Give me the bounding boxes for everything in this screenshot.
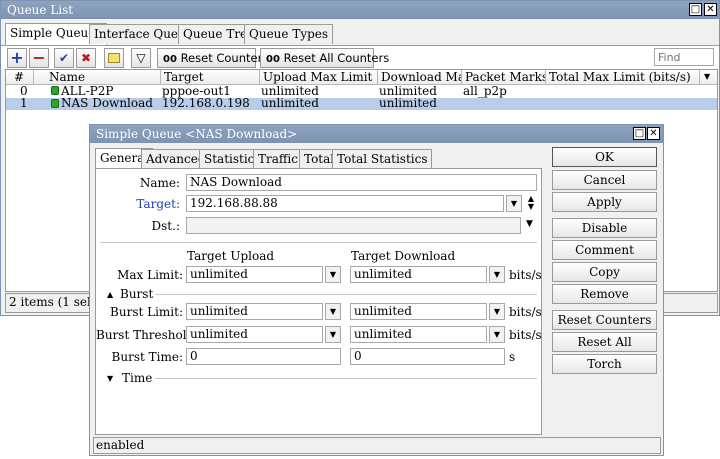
name-field[interactable]: NAS Download — [186, 174, 537, 191]
target-field[interactable]: 192.168.88.88 — [186, 195, 504, 212]
filter-icon[interactable]: ▽ — [131, 48, 151, 68]
window-title: Queue List — [7, 3, 74, 17]
counter-icon: 00 — [266, 54, 280, 65]
general-panel: Name: NAS Download Target: 192.168.88.88… — [95, 168, 542, 435]
divider — [155, 378, 537, 379]
burst-time-upload-field[interactable]: 0 — [186, 348, 341, 365]
reset-all-counters-button[interactable]: Reset All Counters — [552, 332, 657, 367]
find-input[interactable] — [654, 48, 714, 66]
cancel-button[interactable]: Cancel — [552, 170, 657, 190]
reset-all-counters-label: Reset All Counters — [283, 51, 390, 65]
comment-icon[interactable] — [104, 48, 124, 68]
comment-button[interactable]: Comment — [552, 240, 657, 260]
burst-threshold-label: Burst Threshold: — [96, 328, 199, 342]
burst-limit-download-dropdown-icon[interactable]: ▼ — [489, 303, 505, 320]
burst-limit-upload-field[interactable]: unlimited — [186, 303, 323, 320]
reset-counters-button[interactable]: Reset Counters — [552, 310, 657, 330]
burst-limit-upload-dropdown-icon[interactable]: ▼ — [325, 303, 341, 320]
burst-threshold-unit: bits/s — [509, 328, 542, 342]
tab-traffic[interactable]: Traffic — [253, 149, 303, 169]
burst-limit-label: Burst Limit: — [110, 305, 183, 319]
max-limit-label: Max Limit: — [117, 268, 183, 282]
burst-threshold-download-dropdown-icon[interactable]: ▼ — [489, 326, 505, 343]
toolbar: + − ✔ ✖ ▽ 00 Reset Counters 00 Reset All… — [1, 45, 719, 69]
status-text: enabled — [96, 438, 145, 452]
disable-button[interactable]: Disable — [552, 218, 657, 238]
dst-label: Dst.: — [151, 219, 180, 233]
max-limit-unit: bits/s — [509, 268, 542, 282]
target-dropdown-icon[interactable]: ▼ — [506, 195, 522, 212]
dst-dropdown-icon[interactable]: ▼ — [526, 219, 533, 229]
reset-counters-label: Reset Counters — [180, 51, 269, 65]
time-section-label: Time — [122, 371, 153, 385]
column-header-upload-max-limit[interactable]: Upload Max Limit — [260, 70, 378, 85]
apply-button[interactable]: Apply — [552, 192, 657, 212]
columns-dropdown-icon[interactable]: ▼ — [700, 70, 717, 85]
reset-counters-button[interactable]: 00 Reset Counters — [157, 48, 268, 68]
dialog-titlebar[interactable]: Simple Queue <NAS Download> — [90, 125, 663, 143]
column-header-number[interactable]: # — [6, 70, 34, 85]
row-upload: unlimited — [261, 96, 319, 110]
burst-section-label: Burst — [120, 287, 154, 301]
queue-icon — [51, 99, 59, 108]
burst-collapse-icon[interactable]: ▲ — [107, 290, 113, 299]
column-header-target[interactable]: Target — [161, 70, 260, 85]
max-limit-download-dropdown-icon[interactable]: ▼ — [489, 266, 505, 283]
disable-x-icon[interactable]: ✖ — [76, 48, 96, 68]
burst-threshold-upload-field[interactable]: unlimited — [186, 326, 323, 343]
divider — [155, 294, 537, 295]
enable-check-icon[interactable]: ✔ — [54, 48, 74, 68]
reset-all-counters-button[interactable]: 00 Reset All Counters — [260, 48, 389, 68]
max-limit-upload-field[interactable]: unlimited — [186, 266, 323, 283]
divider — [100, 242, 537, 243]
tab-total-statistics[interactable]: Total Statistics — [332, 149, 433, 169]
queue-icon — [51, 86, 59, 95]
close-icon[interactable]: ✕ — [647, 127, 660, 140]
burst-time-unit: s — [509, 350, 516, 364]
burst-threshold-upload-dropdown-icon[interactable]: ▼ — [325, 326, 341, 343]
remove-icon[interactable]: − — [29, 48, 49, 68]
target-upload-heading: Target Upload — [187, 249, 275, 263]
row-target: 192.168.0.198 — [162, 96, 250, 110]
close-icon[interactable]: ✕ — [704, 3, 717, 16]
max-limit-download-field[interactable]: unlimited — [350, 266, 487, 283]
row-download: unlimited — [379, 96, 437, 110]
column-header-name[interactable]: Name — [46, 70, 161, 85]
add-icon[interactable]: + — [7, 48, 27, 68]
torch-button[interactable]: Torch — [552, 354, 657, 374]
restore-icon[interactable]: □ — [633, 127, 646, 140]
copy-button[interactable]: Copy — [552, 262, 657, 282]
ok-button[interactable]: OK — [552, 147, 657, 167]
burst-threshold-download-field[interactable]: unlimited — [350, 326, 487, 343]
dialog-tabs: General Advanced Statistics Traffic Tota… — [95, 148, 545, 170]
column-header-download-max-limit[interactable]: Download Ma... — [378, 70, 462, 85]
burst-limit-unit: bits/s — [509, 305, 542, 319]
time-expand-icon[interactable]: ▼ — [107, 374, 113, 383]
dialog-status-bar: enabled — [93, 437, 661, 454]
queue-list-titlebar[interactable]: Queue List — [1, 1, 719, 19]
target-updown-icon[interactable]: ▲ ▼ — [525, 195, 537, 211]
main-tabs: Simple Queues Interface Queues Queue Tre… — [5, 23, 717, 45]
dialog-title: Simple Queue <NAS Download> — [96, 127, 298, 141]
table-header: # Name Target Upload Max Limit Download … — [6, 70, 717, 85]
max-limit-upload-dropdown-icon[interactable]: ▼ — [325, 266, 341, 283]
counter-icon: 00 — [163, 54, 177, 65]
name-label: Name: — [139, 176, 180, 190]
burst-time-download-field[interactable]: 0 — [350, 348, 505, 365]
row-name: NAS Download — [61, 96, 153, 110]
remove-button[interactable]: Remove — [552, 284, 657, 304]
row-packet-marks: all_p2p — [463, 84, 507, 98]
burst-limit-download-field[interactable]: unlimited — [350, 303, 487, 320]
dst-field[interactable] — [186, 217, 521, 234]
burst-time-label: Burst Time: — [111, 350, 183, 364]
target-label: Target: — [136, 197, 180, 211]
column-header-total-max-limit[interactable]: Total Max Limit (bits/s) — [546, 70, 700, 85]
restore-icon[interactable]: □ — [689, 3, 702, 16]
table-row-selected[interactable]: 1 NAS Download 192.168.0.198 unlimited u… — [6, 96, 717, 110]
column-header-packet-marks[interactable]: Packet Marks — [462, 70, 546, 85]
target-download-heading: Target Download — [351, 249, 456, 263]
tab-queue-types[interactable]: Queue Types — [244, 24, 334, 44]
row-number: 1 — [20, 96, 28, 110]
